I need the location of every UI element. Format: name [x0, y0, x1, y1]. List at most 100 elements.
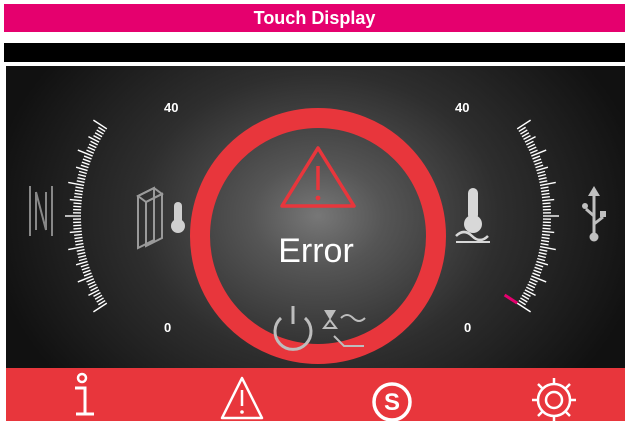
gauge-tick — [535, 263, 544, 268]
gauge-tick — [81, 161, 90, 166]
title-text: Touch Display — [253, 7, 376, 28]
right-gauge-level-marker — [503, 293, 519, 305]
gauge-tick — [529, 278, 538, 283]
gauge-tick — [541, 233, 550, 237]
gauge-tick — [76, 248, 85, 252]
gauge-tick — [538, 176, 547, 181]
gauge-tick — [539, 248, 548, 252]
gauge-tick — [541, 195, 550, 199]
gauge-tick — [533, 158, 542, 163]
gauge-tick — [523, 291, 531, 298]
warning-icon — [220, 376, 264, 420]
gauge-tick — [542, 202, 551, 205]
gauge-tick — [86, 149, 95, 154]
gauge-tick — [537, 257, 546, 262]
bottom-toolbar: S — [6, 368, 625, 421]
gauge-tick — [69, 198, 82, 202]
gauge-tick — [523, 134, 531, 141]
gauge-tick — [527, 143, 536, 149]
safety-button[interactable]: S — [358, 368, 438, 421]
gauge-tick — [78, 254, 87, 259]
left-gauge-max-label: 40 — [164, 100, 179, 115]
display-screen: 40 0 40 0 Error — [6, 66, 625, 368]
gauge-tick — [80, 263, 89, 268]
gauge-tick — [81, 266, 90, 271]
left-gauge-min-label: 0 — [164, 320, 172, 335]
gauge-tick — [532, 155, 541, 160]
gauge-tick — [527, 283, 536, 289]
gauge-tick — [537, 170, 546, 175]
gauge-tick — [541, 239, 550, 243]
gauge-tick — [521, 132, 530, 138]
gauge-tick — [539, 181, 556, 187]
gauge-tick — [531, 149, 547, 157]
gauge-tick — [542, 198, 555, 202]
gauge-tick — [78, 173, 87, 178]
info-icon — [75, 372, 94, 416]
nfc-icon[interactable] — [29, 186, 53, 236]
right-gauge-scale — [516, 119, 559, 313]
gauge-tick — [77, 275, 93, 283]
gauge-tick — [542, 230, 555, 234]
gauge-tick — [540, 186, 549, 190]
warning-button[interactable] — [202, 368, 282, 421]
gauge-tick — [75, 242, 84, 246]
gauge-tick — [90, 286, 98, 292]
safety-icon: S — [372, 382, 412, 421]
ambient-temperature-icon — [136, 186, 185, 250]
gauge-tick — [529, 149, 538, 154]
info-button[interactable] — [48, 368, 128, 421]
gauge-tick — [93, 134, 101, 141]
gauge-tick — [542, 227, 551, 230]
gauge-tick — [74, 233, 83, 237]
gauge-tick — [82, 269, 91, 274]
gauge-tick — [535, 164, 544, 169]
status-strip — [4, 43, 625, 62]
gauge-tick — [528, 146, 537, 152]
gauge-tick — [88, 283, 97, 289]
gauge-tick — [78, 170, 87, 175]
gauge-tick — [533, 269, 542, 274]
gauge-tick — [75, 186, 84, 190]
gauge-tick — [74, 239, 83, 243]
gauge-tick — [74, 192, 83, 196]
gauge-tick — [68, 181, 85, 187]
usb-icon[interactable] — [582, 186, 606, 242]
error-warning-icon — [280, 146, 356, 208]
gauge-tick — [77, 176, 86, 181]
gauge-tick — [78, 257, 87, 262]
gauge-tick — [538, 251, 547, 256]
gauge-tick — [541, 236, 550, 240]
gauge-tick — [74, 195, 83, 199]
gauge-tick — [532, 272, 541, 277]
gauge-tick — [83, 272, 92, 277]
gauge-tick — [526, 286, 534, 292]
gauge-tick — [82, 158, 91, 163]
right-gauge-min-label: 0 — [464, 320, 472, 335]
gauge-tick — [536, 166, 549, 172]
settings-button[interactable] — [520, 368, 600, 421]
gauge-tick — [74, 189, 83, 193]
gauge-tick — [526, 140, 534, 146]
gauge-tick — [537, 173, 546, 178]
gauge-tick — [83, 155, 92, 160]
gauge-tick — [539, 245, 556, 251]
gauge-tick — [540, 242, 549, 246]
gauge-tick — [88, 143, 97, 149]
right-gauge-max-label: 40 — [455, 100, 470, 115]
gauge-tick — [528, 280, 537, 286]
bath-temperature-icon — [455, 188, 490, 243]
gauge-tick — [521, 294, 530, 300]
gauge-tick — [541, 192, 550, 196]
gauge-tick — [94, 132, 103, 138]
gauge-tick — [534, 161, 543, 166]
gauge-tick — [75, 166, 88, 172]
gauge-tick — [534, 266, 543, 271]
gauge-tick — [86, 278, 95, 283]
gauge-tick — [539, 180, 548, 184]
gauge-tick — [75, 260, 88, 266]
gauge-tick — [536, 260, 549, 266]
title-bar: Touch Display — [4, 4, 625, 32]
settings-icon — [532, 378, 576, 421]
gauge-tick — [80, 164, 89, 169]
